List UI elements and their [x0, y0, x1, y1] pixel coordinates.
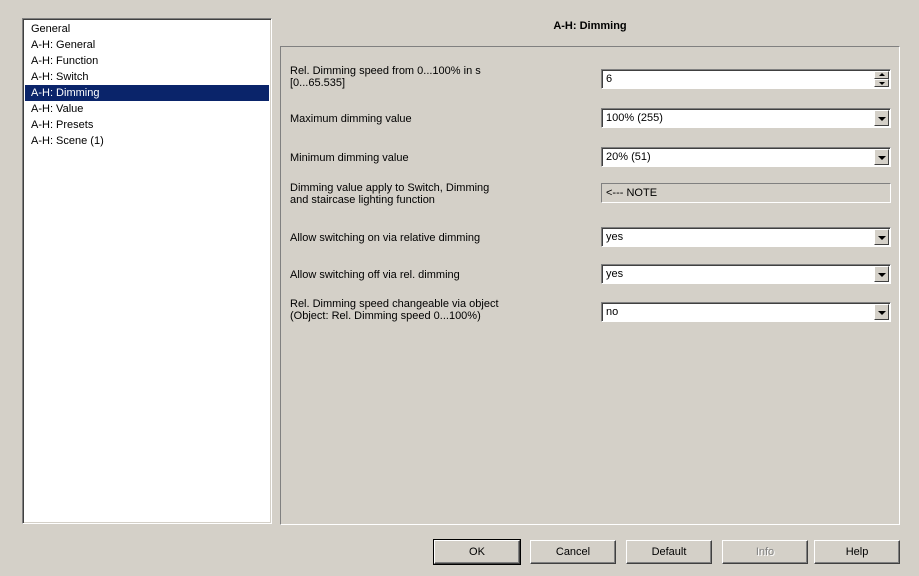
chevron-down-icon[interactable] [874, 266, 889, 282]
sidebar-item-a-h-general[interactable]: A-H: General [25, 37, 269, 53]
param-label-line: and staircase lighting function [290, 194, 435, 206]
sidebar-item-a-h-presets[interactable]: A-H: Presets [25, 117, 269, 133]
param-label-line: [0...65.535] [290, 77, 346, 89]
switch-on-value: yes [606, 231, 624, 243]
sidebar-item-a-h-value[interactable]: A-H: Value [25, 101, 269, 117]
param-label-line: Rel. Dimming speed changeable via object [290, 298, 499, 310]
ok-button[interactable]: OK [433, 539, 521, 565]
param-label-min-dimming: Minimum dimming value [290, 152, 409, 164]
sidebar-item-a-h-scene[interactable]: A-H: Scene (1) [25, 133, 269, 149]
parameter-panel: Rel. Dimming speed from 0...100% in s [0… [280, 46, 900, 525]
param-label-line: Allow switching on via relative dimming [290, 232, 481, 244]
max-dimming-dropdown[interactable]: 100% (255) [601, 108, 891, 128]
spin-up-icon[interactable] [874, 71, 889, 79]
min-dimming-value: 20% (51) [606, 151, 651, 163]
switch-off-dropdown[interactable]: yes [601, 264, 891, 284]
param-label-speed-changeable: Rel. Dimming speed changeable via object… [290, 298, 499, 322]
param-label-line: (Object: Rel. Dimming speed 0...100%) [290, 310, 481, 322]
speed-changeable-value: no [606, 306, 619, 318]
speed-changeable-dropdown[interactable]: no [601, 302, 891, 322]
param-label-switch-off: Allow switching off via rel. dimming [290, 269, 460, 281]
note-value: <--- NOTE [606, 187, 658, 199]
dimming-speed-spinner[interactable]: 6 [601, 69, 891, 89]
param-label-dimming-apply: Dimming value apply to Switch, Dimming a… [290, 182, 489, 206]
param-label-line: Maximum dimming value [290, 113, 412, 125]
info-button: Info [722, 540, 808, 564]
default-button[interactable]: Default [626, 540, 712, 564]
min-dimming-dropdown[interactable]: 20% (51) [601, 147, 891, 167]
max-dimming-value: 100% (255) [606, 112, 663, 124]
dimming-speed-value[interactable]: 6 [606, 72, 612, 86]
param-label-max-dimming: Maximum dimming value [290, 113, 412, 125]
switch-off-value: yes [606, 268, 624, 280]
param-label-line: Rel. Dimming speed from 0...100% in s [290, 65, 481, 77]
sidebar-item-a-h-dimming[interactable]: A-H: Dimming [25, 85, 269, 101]
cancel-button[interactable]: Cancel [530, 540, 616, 564]
parameter-tree[interactable]: General A-H: General A-H: Function A-H: … [22, 18, 272, 524]
help-button[interactable]: Help [814, 540, 900, 564]
chevron-down-icon[interactable] [874, 149, 889, 165]
sidebar-item-general[interactable]: General [25, 21, 269, 37]
param-label-dimming-speed: Rel. Dimming speed from 0...100% in s [0… [290, 65, 481, 89]
spin-down-icon[interactable] [874, 79, 889, 87]
param-label-switch-on: Allow switching on via relative dimming [290, 232, 480, 244]
param-label-line: Dimming value apply to Switch, Dimming [290, 182, 490, 194]
page-title: A-H: Dimming [553, 20, 627, 32]
spinner-buttons [874, 71, 889, 87]
param-label-line: Minimum dimming value [290, 152, 409, 164]
chevron-down-icon[interactable] [874, 229, 889, 245]
chevron-down-icon[interactable] [874, 304, 889, 320]
sidebar-item-a-h-function[interactable]: A-H: Function [25, 53, 269, 69]
param-label-line: Allow switching off via rel. dimming [290, 269, 460, 281]
sidebar-item-a-h-switch[interactable]: A-H: Switch [25, 69, 269, 85]
switch-on-dropdown[interactable]: yes [601, 227, 891, 247]
dimming-apply-note: <--- NOTE [601, 183, 891, 203]
chevron-down-icon[interactable] [874, 110, 889, 126]
